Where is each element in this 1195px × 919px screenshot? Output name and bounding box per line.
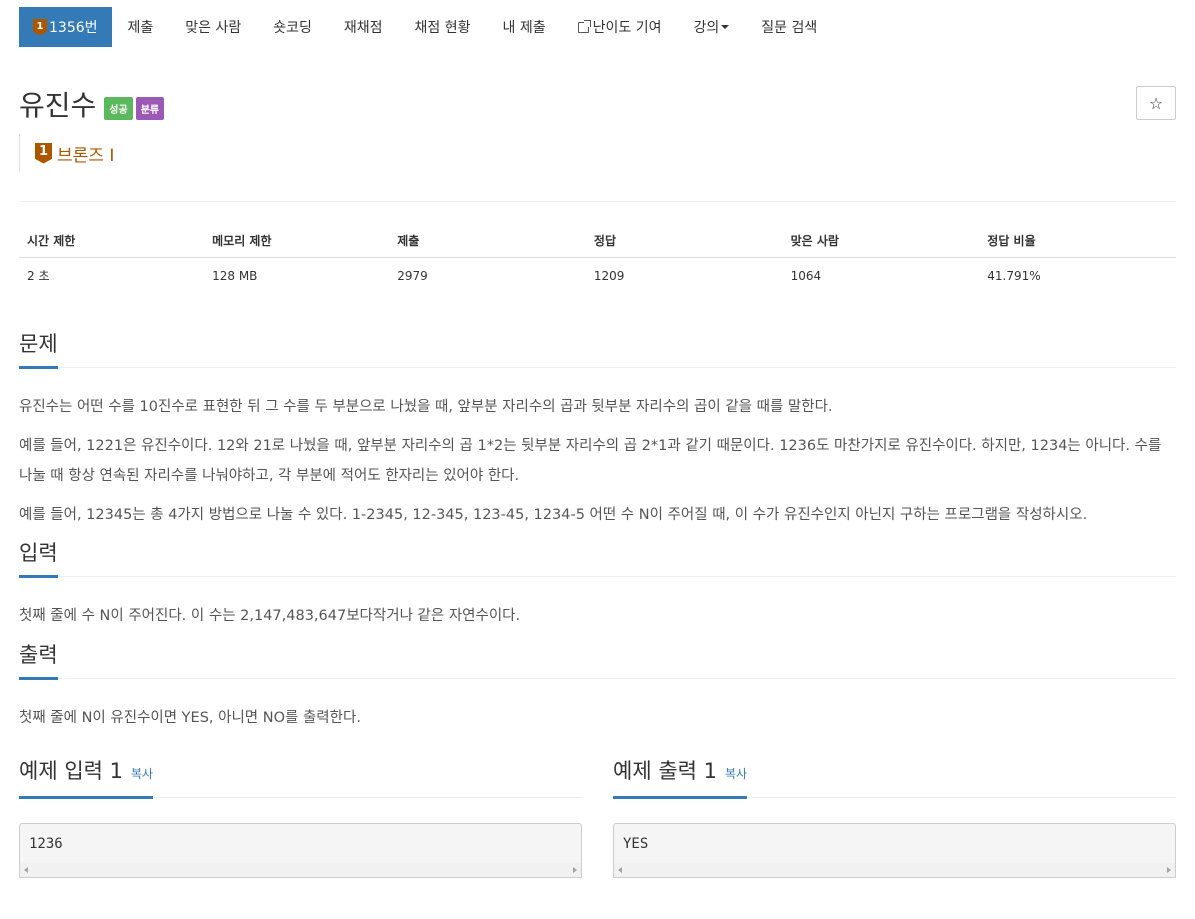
input-description: 첫째 줄에 수 N이 주어진다. 이 수는 2,147,483,647보다작거나…	[19, 608, 521, 624]
nav-question-search[interactable]: 질문 검색	[745, 7, 833, 47]
nav-lectures-dropdown[interactable]: 강의	[677, 7, 745, 47]
scroll-right-arrow-icon[interactable]	[573, 867, 577, 873]
bronze-tier-icon: 1	[33, 18, 47, 36]
problem-info-table: 시간 제한 메모리 제한 제출 정답 맞은 사람 정답 비율 2 초 128 M…	[19, 228, 1176, 292]
memory-limit-value: 128 MB	[212, 268, 258, 283]
category-badge[interactable]: 분류	[135, 97, 165, 120]
submissions-header: 제출	[389, 228, 586, 258]
memory-limit-header: 메모리 제한	[204, 228, 390, 258]
description-paragraph: 예를 들어, 12345는 총 4가지 방법으로 나눌 수 있다. 1-2345…	[19, 507, 1088, 523]
samples-row: 예제 입력 1 복사 1236 예제 출력 1 복사 YES	[19, 759, 1176, 878]
accepted-ratio-header: 정답 비율	[979, 228, 1176, 258]
input-heading: 입력	[19, 539, 58, 578]
caret-down-icon	[721, 25, 730, 29]
output-heading: 출력	[19, 641, 58, 680]
problem-title: 유진수	[19, 89, 97, 122]
problem-tier: 1 브론즈 I	[19, 134, 1176, 172]
problem-number-label: 1356번	[49, 20, 98, 36]
scroll-left-arrow-icon[interactable]	[618, 867, 622, 873]
scroll-left-arrow-icon[interactable]	[24, 867, 28, 873]
scroll-right-arrow-icon[interactable]	[1167, 867, 1171, 873]
divider	[19, 201, 1176, 202]
description-heading: 문제	[19, 330, 58, 369]
accepted-ratio-value: 41.791%	[987, 268, 1041, 283]
sample-input-heading: 예제 입력 1	[19, 759, 123, 783]
nav-lectures-label: 강의	[693, 20, 720, 36]
description-paragraph: 유진수는 어떤 수를 10진수로 표현한 뒤 그 수를 두 부분으로 나눴을 때…	[19, 399, 833, 415]
info-value-row: 2 초 128 MB 2979 1209 1064 41.791%	[19, 258, 1176, 293]
bronze-tier-icon: 1	[35, 142, 52, 164]
sample-output-value: YES	[623, 836, 649, 852]
favorite-star-button[interactable]: ☆	[1136, 86, 1176, 120]
submissions-value: 2979	[397, 268, 428, 283]
accepted-header: 정답	[585, 228, 783, 258]
horizontal-scrollbar[interactable]	[20, 863, 581, 877]
nav-difficulty-contribution[interactable]: 난이도 기여	[562, 7, 678, 47]
horizontal-scrollbar[interactable]	[614, 863, 1175, 877]
nav-submit[interactable]: 제출	[112, 7, 170, 47]
sample-output-box[interactable]: YES	[613, 823, 1176, 878]
problem-menu: 1 1356번 제출 맞은 사람 숏코딩 재채점 채점 현황 내 제출 난이도 …	[19, 0, 1176, 54]
nav-problem-number[interactable]: 1 1356번	[19, 7, 112, 47]
sample-input-panel: 예제 입력 1 복사 1236	[19, 759, 582, 878]
accepted-value: 1209	[593, 268, 625, 283]
sample-input-header: 예제 입력 1 복사	[19, 759, 582, 799]
external-link-icon	[577, 19, 591, 33]
sample-output-heading-wrap: 예제 출력 1 복사	[613, 757, 748, 799]
output-section-header: 출력	[19, 640, 1176, 680]
solvers-header: 맞은 사람	[782, 228, 980, 258]
time-limit-header: 시간 제한	[19, 228, 205, 258]
sample-output-heading: 예제 출력 1	[613, 759, 717, 783]
nav-short-coding[interactable]: 숏코딩	[257, 7, 328, 47]
star-icon: ☆	[1148, 93, 1164, 113]
info-header-row: 시간 제한 메모리 제한 제출 정답 맞은 사람 정답 비율	[19, 228, 1176, 258]
nav-difficulty-label: 난이도 기여	[592, 20, 662, 36]
output-description: 첫째 줄에 N이 유진수이면 YES, 아니면 NO를 출력한다.	[19, 710, 361, 726]
copy-output-button[interactable]: 복사	[725, 767, 747, 781]
description-section-header: 문제	[19, 329, 1176, 369]
nav-status[interactable]: 채점 현황	[399, 7, 487, 47]
input-section-header: 입력	[19, 538, 1176, 578]
nav-my-submissions[interactable]: 내 제출	[487, 7, 562, 47]
problem-title-row: 유진수 성공 분류 ☆	[19, 86, 1176, 124]
nav-accepted-users[interactable]: 맞은 사람	[169, 7, 257, 47]
description-paragraph: 예를 들어, 1221은 유진수이다. 12와 21로 나눴을 때, 앞부분 자…	[19, 438, 1162, 484]
nav-rejudge[interactable]: 재채점	[328, 7, 399, 47]
sample-output-header: 예제 출력 1 복사	[613, 759, 1176, 799]
problem-page: 1 1356번 제출 맞은 사람 숏코딩 재채점 채점 현황 내 제출 난이도 …	[0, 0, 1195, 919]
solved-badge: 성공	[104, 97, 133, 120]
solvers-value: 1064	[790, 268, 822, 283]
sample-output-panel: 예제 출력 1 복사 YES	[613, 759, 1176, 878]
copy-input-button[interactable]: 복사	[131, 767, 153, 781]
sample-input-value: 1236	[29, 836, 63, 852]
time-limit-value: 2 초	[27, 269, 50, 283]
sample-input-heading-wrap: 예제 입력 1 복사	[19, 757, 154, 799]
sample-input-box[interactable]: 1236	[19, 823, 582, 878]
tier-name[interactable]: 브론즈 I	[57, 141, 114, 166]
